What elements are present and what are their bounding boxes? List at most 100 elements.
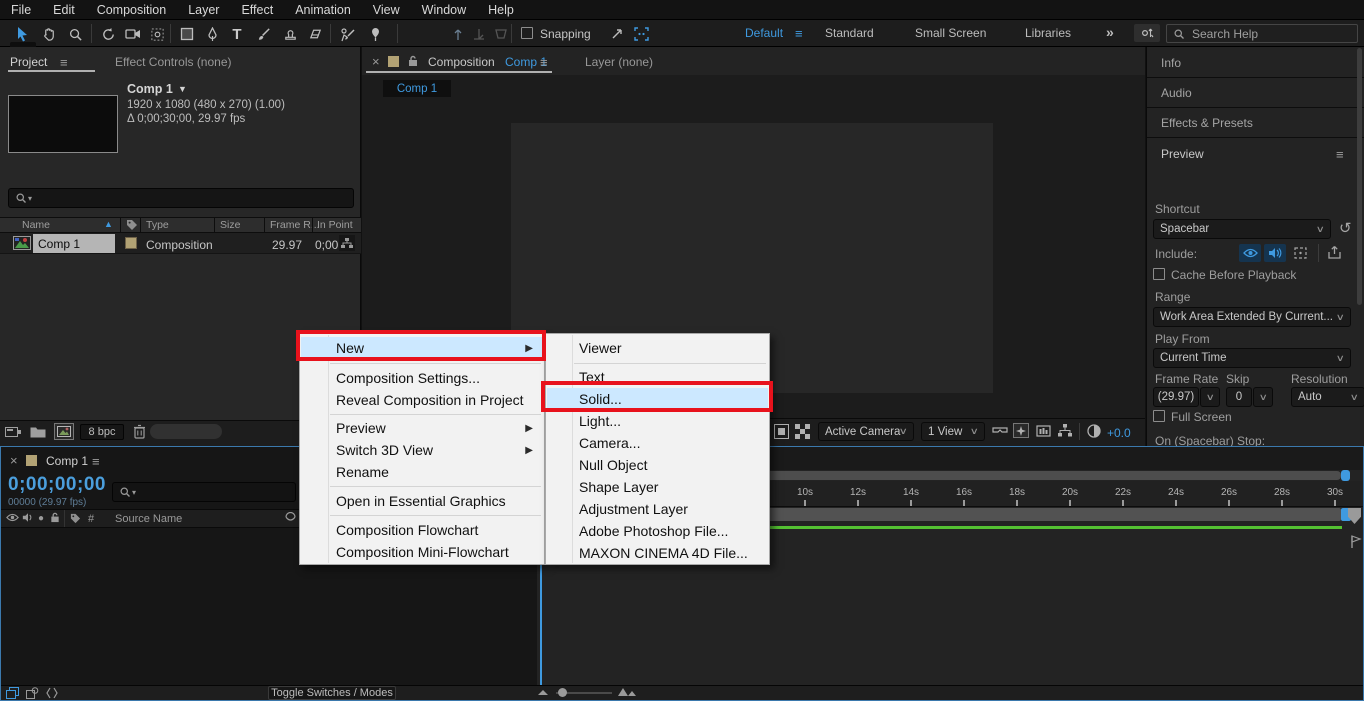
exposure-reset-icon[interactable] xyxy=(1087,424,1101,438)
timeline-search-input[interactable]: ▾ xyxy=(112,482,296,502)
new-folder-icon[interactable] xyxy=(30,425,46,438)
zoom-in-mountain-icon[interactable] xyxy=(618,688,628,696)
expand-in-out-icon[interactable] xyxy=(46,687,58,699)
column-name[interactable]: Name xyxy=(22,219,50,231)
brush-tool-icon[interactable] xyxy=(255,25,273,43)
bit-depth-button[interactable]: 8 bpc xyxy=(80,424,124,440)
comp-panel-menu-icon[interactable]: ≡ xyxy=(540,55,548,70)
menu-window[interactable]: Window xyxy=(411,0,477,20)
pen-tool-icon[interactable] xyxy=(203,25,221,43)
selection-tool-icon[interactable] xyxy=(14,25,32,43)
pan-behind-tool-icon[interactable] xyxy=(148,25,166,43)
lock-icon[interactable] xyxy=(408,55,418,67)
solo-icon[interactable]: ● xyxy=(38,513,44,524)
menu-item-switch-3d-view[interactable]: Switch 3D View ▶ xyxy=(301,439,543,461)
shy-layer-icon[interactable] xyxy=(284,512,297,524)
current-timecode[interactable]: 0;00;00;00 xyxy=(8,474,106,496)
include-video-eye-icon[interactable] xyxy=(1239,244,1261,262)
frame-rate-dropdown-button[interactable]: ∨ xyxy=(1200,387,1220,407)
menu-layer[interactable]: Layer xyxy=(177,0,230,20)
timeline-panel-menu-icon[interactable]: ≡ xyxy=(92,454,100,469)
project-comp-title[interactable]: Comp 1 xyxy=(127,82,173,96)
timeline-tab-comp1[interactable]: Comp 1 xyxy=(46,454,88,468)
zoom-out-mountain-icon[interactable] xyxy=(538,690,548,695)
roto-brush-tool-icon[interactable] xyxy=(338,25,356,43)
submenu-item-photoshop-file[interactable]: Adobe Photoshop File... xyxy=(547,520,768,542)
snapping-checkbox[interactable] xyxy=(521,27,533,39)
panel-header-preview[interactable]: Preview xyxy=(1161,147,1204,161)
include-overlays-icon[interactable] xyxy=(1289,244,1311,262)
submenu-item-viewer[interactable]: Viewer xyxy=(547,337,768,359)
project-panel-menu-icon[interactable]: ≡ xyxy=(60,55,68,70)
snap-bounds-icon[interactable] xyxy=(632,25,650,43)
menu-effect[interactable]: Effect xyxy=(230,0,284,20)
workspace-overflow-chevron[interactable]: » xyxy=(1106,24,1114,40)
submenu-item-shape-layer[interactable]: Shape Layer xyxy=(547,476,768,498)
tab-effect-controls[interactable]: Effect Controls (none) xyxy=(115,55,232,69)
label-color-swatch[interactable] xyxy=(125,237,137,249)
flowchart-icon[interactable] xyxy=(339,235,355,251)
new-composition-button[interactable] xyxy=(54,423,74,440)
menu-item-composition-settings[interactable]: Composition Settings... xyxy=(301,367,543,389)
cache-before-playback-checkbox[interactable] xyxy=(1153,268,1165,280)
snap-arrow-icon[interactable] xyxy=(608,25,626,43)
project-flowchart-button[interactable] xyxy=(5,425,21,439)
column-type[interactable]: Type xyxy=(146,219,169,231)
project-search-input[interactable]: ▾ xyxy=(8,188,354,208)
menu-file[interactable]: File xyxy=(0,0,42,20)
type-tool-icon[interactable]: T xyxy=(228,25,246,43)
timeline-zoom-slider-knob[interactable] xyxy=(558,688,567,697)
comp-tab-close-icon[interactable]: × xyxy=(372,54,380,69)
trash-icon[interactable] xyxy=(133,424,146,439)
workspace-tab-standard[interactable]: Standard xyxy=(825,26,874,40)
include-audio-speaker-icon[interactable] xyxy=(1264,244,1286,262)
goggles-icon[interactable] xyxy=(992,424,1008,436)
submenu-item-cinema4d-file[interactable]: MAXON CINEMA 4D File... xyxy=(547,542,768,564)
view-layout-select[interactable]: 1 View ∨ xyxy=(921,422,985,441)
project-row-name-cell[interactable]: Comp 1 xyxy=(33,234,115,253)
rectangle-tool-icon[interactable] xyxy=(178,25,196,43)
sort-ascending-icon[interactable]: ▲ xyxy=(104,219,113,229)
viewer-tab-comp1[interactable]: Comp 1 xyxy=(383,80,451,97)
snapshot-icon[interactable] xyxy=(1036,424,1051,437)
workspace-tab-libraries[interactable]: Libraries xyxy=(1025,26,1071,40)
world-axis-mode-icon[interactable] xyxy=(470,25,488,43)
menu-item-composition-flowchart[interactable]: Composition Flowchart xyxy=(301,519,543,541)
timeline-tab-close-icon[interactable]: × xyxy=(10,453,18,468)
search-help-input[interactable]: Search Help xyxy=(1166,24,1358,43)
menu-view[interactable]: View xyxy=(362,0,411,20)
lock-icon[interactable] xyxy=(50,512,60,523)
panel-header-effects-presets[interactable]: Effects & Presets xyxy=(1161,116,1253,130)
column-layer-number[interactable]: # xyxy=(88,513,94,525)
pixel-aspect-correction-icon[interactable] xyxy=(1013,423,1029,438)
local-axis-mode-icon[interactable] xyxy=(449,25,467,43)
manage-workspaces-button[interactable] xyxy=(1134,24,1160,42)
skip-dropdown-button[interactable]: ∨ xyxy=(1253,387,1273,407)
column-in-point[interactable]: In Point xyxy=(317,219,353,231)
full-screen-checkbox[interactable] xyxy=(1153,410,1165,422)
panel-header-audio[interactable]: Audio xyxy=(1161,86,1192,100)
menu-edit[interactable]: Edit xyxy=(42,0,86,20)
camera-select[interactable]: Active Camera ∨ xyxy=(818,422,914,441)
eraser-tool-icon[interactable] xyxy=(306,25,324,43)
frame-rate-value-box[interactable]: (29.97) xyxy=(1153,387,1199,407)
workspace-tab-default[interactable]: Default xyxy=(745,26,783,40)
view-axis-mode-icon[interactable] xyxy=(492,25,510,43)
column-size[interactable]: Size xyxy=(220,219,240,231)
comp-tab-title[interactable]: Composition xyxy=(428,55,495,69)
rotation-tool-icon[interactable] xyxy=(99,25,117,43)
hand-tool-icon[interactable] xyxy=(40,25,58,43)
navigator-end-handle[interactable] xyxy=(1341,470,1350,481)
puppet-pin-tool-icon[interactable] xyxy=(366,25,384,43)
submenu-item-adjustment-layer[interactable]: Adjustment Layer xyxy=(547,498,768,520)
panel-header-info[interactable]: Info xyxy=(1161,56,1181,70)
menu-item-reveal-composition[interactable]: Reveal Composition in Project xyxy=(301,389,543,411)
camera-tool-icon[interactable] xyxy=(124,25,142,43)
preview-panel-menu-icon[interactable]: ≡ xyxy=(1336,147,1344,162)
label-column-tag-icon[interactable] xyxy=(126,219,138,231)
menu-composition[interactable]: Composition xyxy=(86,0,177,20)
clone-stamp-tool-icon[interactable] xyxy=(281,25,299,43)
menu-item-preview[interactable]: Preview ▶ xyxy=(301,417,543,439)
comp-marker-flag-icon[interactable] xyxy=(1350,535,1362,548)
shortcut-select[interactable]: Spacebar ∨ xyxy=(1153,219,1331,239)
